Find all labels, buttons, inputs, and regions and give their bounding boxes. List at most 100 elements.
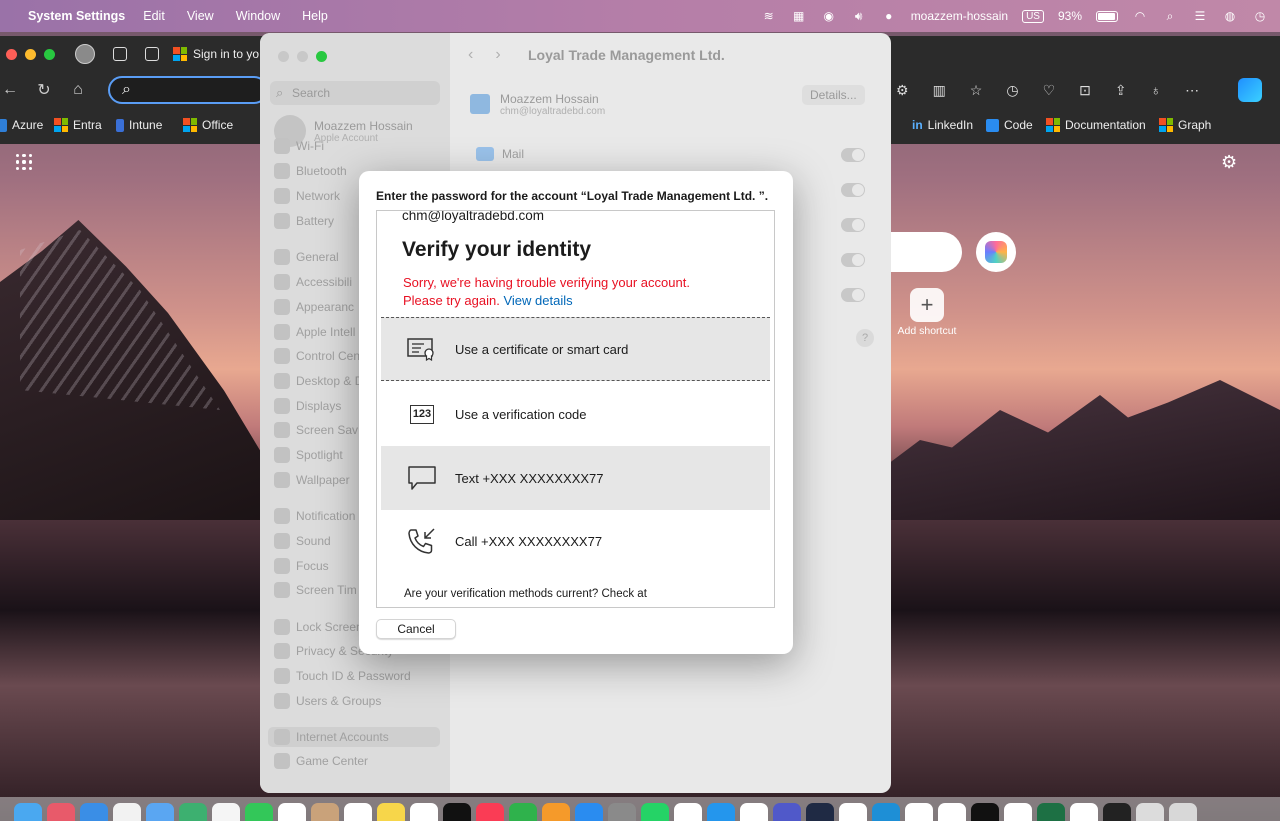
outlook-icon[interactable] xyxy=(740,803,768,821)
extensions-icon[interactable]: ⚙ xyxy=(896,82,909,99)
menu-help[interactable]: Help xyxy=(302,9,328,23)
menu-edit[interactable]: Edit xyxy=(143,9,165,23)
docker-app-icon[interactable] xyxy=(707,803,735,821)
workspaces-icon[interactable] xyxy=(113,47,127,61)
numbers-icon[interactable] xyxy=(509,803,537,821)
bookmark-documentation[interactable]: Documentation xyxy=(1046,118,1146,132)
bookmark-code[interactable]: Code xyxy=(986,118,1033,132)
messages-icon[interactable] xyxy=(113,803,141,821)
sidebar-item[interactable]: Network xyxy=(274,186,340,206)
bookmark-intune[interactable]: Intune xyxy=(116,118,162,132)
add-shortcut-button[interactable]: + xyxy=(910,288,944,322)
textedit-icon[interactable] xyxy=(938,803,966,821)
edge-icon[interactable] xyxy=(872,803,900,821)
powershell-icon[interactable] xyxy=(806,803,834,821)
help-button[interactable]: ? xyxy=(856,329,874,347)
sidebar-item[interactable]: General xyxy=(274,247,339,267)
sidebar-item[interactable]: Internet Accounts xyxy=(268,727,440,747)
view-details-link[interactable]: View details xyxy=(503,293,572,308)
music-icon[interactable] xyxy=(476,803,504,821)
powerpoint-icon[interactable] xyxy=(1070,803,1098,821)
user-status-icon[interactable]: ● xyxy=(881,9,897,23)
bookmark-azure[interactable]: Azure xyxy=(0,118,43,132)
sidebar-item[interactable]: Notification xyxy=(274,506,355,526)
minimize-window-button[interactable] xyxy=(297,51,308,62)
sidebar-item[interactable]: Sound xyxy=(274,531,331,551)
docker-icon[interactable]: ≋ xyxy=(761,9,777,23)
system-settings-icon[interactable] xyxy=(608,803,636,821)
sidebar-item[interactable]: Focus xyxy=(274,556,329,576)
terminal-icon[interactable] xyxy=(971,803,999,821)
minimize-window-button[interactable] xyxy=(25,48,36,60)
clock-icon[interactable]: ◷ xyxy=(1252,9,1268,23)
split-screen-icon[interactable]: ▥ xyxy=(933,82,946,99)
sidebar-item[interactable]: Wi-Fi xyxy=(274,136,324,156)
preview-icon[interactable] xyxy=(905,803,933,821)
sidebar-item[interactable]: Spotlight xyxy=(274,445,343,465)
bookmark-graph[interactable]: Graph xyxy=(1159,118,1211,132)
sidebar-item[interactable]: Apple Intell xyxy=(274,322,355,342)
menu-window[interactable]: Window xyxy=(236,9,280,23)
sidebar-item[interactable]: Wallpaper xyxy=(274,470,350,490)
option-certificate[interactable]: Use a certificate or smart card xyxy=(381,317,770,381)
battery-icon[interactable] xyxy=(1096,10,1118,22)
app-status-icon[interactable]: ◉ xyxy=(821,9,837,23)
cancel-button[interactable]: Cancel xyxy=(376,619,456,639)
siri-icon[interactable]: ◍ xyxy=(1222,9,1238,23)
home-icon[interactable]: ⌂ xyxy=(68,81,88,99)
contacts-icon[interactable] xyxy=(311,803,339,821)
freeform-icon[interactable] xyxy=(410,803,438,821)
browser-tab[interactable]: Sign in to yo xyxy=(173,47,259,61)
vscode-app-icon[interactable] xyxy=(839,803,867,821)
option-text-message[interactable]: Text +XXX XXXXXXXX77 xyxy=(381,446,770,510)
whatsapp-icon[interactable] xyxy=(641,803,669,821)
profile-avatar[interactable] xyxy=(75,44,95,64)
wifi-icon[interactable]: ◠ xyxy=(1132,9,1148,23)
notes-icon[interactable] xyxy=(377,803,405,821)
service-toggle[interactable] xyxy=(841,253,865,267)
address-bar[interactable]: ⌕ xyxy=(108,76,268,104)
bookmark-entra[interactable]: Entra xyxy=(54,118,102,132)
zoom-window-button[interactable] xyxy=(316,51,327,62)
calendar-icon[interactable] xyxy=(278,803,306,821)
mail-app-icon[interactable] xyxy=(146,803,174,821)
trash-icon[interactable] xyxy=(1169,803,1197,821)
new-tab-search-box[interactable] xyxy=(880,232,962,272)
launchpad-icon[interactable] xyxy=(47,803,75,821)
bookmark-office[interactable]: Office xyxy=(183,118,233,132)
details-button[interactable]: Details... xyxy=(802,85,865,105)
zoom-window-button[interactable] xyxy=(44,48,55,60)
mail-toggle[interactable] xyxy=(841,148,865,162)
input-source-badge[interactable]: US xyxy=(1022,9,1044,23)
sidebar-item[interactable]: Game Center xyxy=(274,751,368,771)
sidebar-item[interactable]: Screen Tim xyxy=(274,580,357,600)
performance-icon[interactable]: ♁ xyxy=(1151,82,1162,98)
favorites-icon[interactable]: ☆ xyxy=(970,82,983,99)
tv-icon[interactable] xyxy=(443,803,471,821)
sidebar-item[interactable]: Battery xyxy=(274,211,334,231)
sidebar-item[interactable]: Control Cen xyxy=(274,346,360,366)
sidebar-item[interactable]: Accessibili xyxy=(274,272,352,292)
onenote-icon[interactable] xyxy=(1004,803,1032,821)
back-arrow-icon[interactable]: ← xyxy=(0,81,20,99)
slack-icon[interactable] xyxy=(674,803,702,821)
service-toggle[interactable] xyxy=(841,218,865,232)
sidebar-item[interactable]: Bluetooth xyxy=(274,161,347,181)
control-center-icon[interactable]: ☰ xyxy=(1192,9,1208,23)
copilot-sidebar-icon[interactable] xyxy=(1238,78,1262,102)
close-window-button[interactable] xyxy=(6,48,17,60)
username-label[interactable]: moazzem-hossain xyxy=(911,9,1008,23)
sidebar-item[interactable]: Touch ID & Password xyxy=(274,666,411,686)
service-toggle[interactable] xyxy=(841,183,865,197)
bookmark-linkedin[interactable]: in LinkedIn xyxy=(912,118,973,132)
sidebar-item[interactable]: Displays xyxy=(274,396,341,416)
tab-actions-icon[interactable] xyxy=(145,47,159,61)
close-window-button[interactable] xyxy=(278,51,289,62)
screenshot-icon[interactable]: ⊡ xyxy=(1079,82,1091,99)
dropbox-dash-icon[interactable] xyxy=(1103,803,1131,821)
copilot-button[interactable] xyxy=(976,232,1016,272)
page-settings-gear-icon[interactable]: ⚙ xyxy=(1221,152,1237,173)
option-verification-code[interactable]: 123 Use a verification code xyxy=(381,382,770,446)
app-store-icon[interactable] xyxy=(575,803,603,821)
collections-icon[interactable]: ♡ xyxy=(1043,82,1056,99)
